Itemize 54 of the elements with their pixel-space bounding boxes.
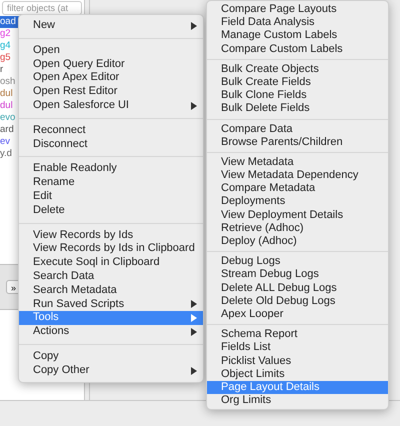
menu-item[interactable]: Copy Other [19, 364, 203, 378]
menu-item[interactable]: Page Layout Details [207, 380, 388, 394]
submenu-arrow-icon [191, 102, 197, 110]
menu-item[interactable]: Org Limits [207, 394, 388, 408]
menu-item[interactable]: Execute Soql in Clipboard [19, 256, 203, 270]
submenu-arrow-icon [191, 366, 197, 375]
menu-item[interactable]: Compare Custom Labels [207, 42, 388, 56]
menu-item[interactable]: Search Data [19, 270, 203, 284]
menu-item[interactable]: Object Limits [207, 368, 388, 381]
menu-item[interactable]: Tools [19, 311, 203, 326]
menu-item[interactable]: Delete ALL Debug Logs [207, 282, 388, 295]
search-field[interactable]: filter objects (at [2, 1, 82, 15]
menu-item[interactable]: Deploy (Adhoc) [207, 235, 388, 248]
menu-item[interactable]: Bulk Delete Fields [207, 102, 388, 116]
menu-item[interactable]: View Records by Ids in Clipboard [19, 242, 203, 256]
menu-item[interactable]: Compare Page Layouts [207, 3, 388, 16]
menu-item[interactable]: Delete Old Debug Logs [207, 294, 388, 308]
menu-item[interactable]: Open Query Editor [19, 58, 203, 72]
menu-item[interactable]: Open Rest Editor [19, 85, 203, 99]
menu-item[interactable]: Bulk Clone Fields [207, 89, 388, 102]
menu-item[interactable]: Field Data Analysis [207, 16, 388, 30]
menu-item[interactable]: View Metadata [207, 156, 388, 170]
menu-item[interactable]: Schema Report [207, 328, 388, 342]
menu-item[interactable]: Debug Logs [207, 255, 388, 268]
menu-item[interactable]: New [19, 19, 203, 33]
menu-item[interactable]: Run Saved Scripts [19, 298, 203, 312]
menu-item[interactable]: Browse Parents/Children [207, 136, 388, 149]
menu-item[interactable]: Retrieve (Adhoc) [207, 222, 388, 235]
menu-item[interactable]: Compare Data [207, 122, 388, 136]
menu-item[interactable]: Manage Custom Labels [207, 29, 388, 43]
menu-item[interactable]: Deployments [207, 195, 388, 209]
menu-item[interactable]: Edit [19, 190, 203, 204]
menu-item[interactable]: Rename [19, 176, 203, 190]
menu-item[interactable]: Compare Metadata [207, 182, 388, 196]
menu-item[interactable]: View Deployment Details [207, 208, 388, 222]
menu-item[interactable]: Open Apex Editor [19, 71, 203, 86]
menu-item[interactable]: Enable Readonly [19, 162, 203, 176]
menu-item[interactable]: Open Salesforce UI [19, 98, 203, 113]
menu-item[interactable]: Fields List [207, 341, 388, 354]
menu-item[interactable]: Bulk Create Fields [207, 76, 388, 90]
menu-item[interactable]: Delete [19, 204, 203, 218]
menu-item[interactable]: Stream Debug Logs [207, 268, 388, 282]
menu-item[interactable]: Actions [19, 325, 203, 339]
menu-item[interactable]: Disconnect [19, 138, 203, 152]
menu-item[interactable]: Bulk Create Objects [207, 62, 388, 76]
menu-item[interactable]: View Records by Ids [19, 228, 203, 242]
menu-item[interactable]: View Metadata Dependency [207, 169, 388, 182]
menu-item[interactable]: Open [19, 44, 203, 58]
menu-item[interactable]: Reconnect [19, 124, 203, 138]
menu-item[interactable]: Copy [19, 350, 203, 364]
submenu-arrow-icon [191, 22, 197, 30]
menu-item[interactable]: Apex Looper [207, 308, 388, 322]
menu-item[interactable]: Picklist Values [207, 354, 388, 368]
menu-item[interactable]: Search Metadata [19, 284, 203, 298]
